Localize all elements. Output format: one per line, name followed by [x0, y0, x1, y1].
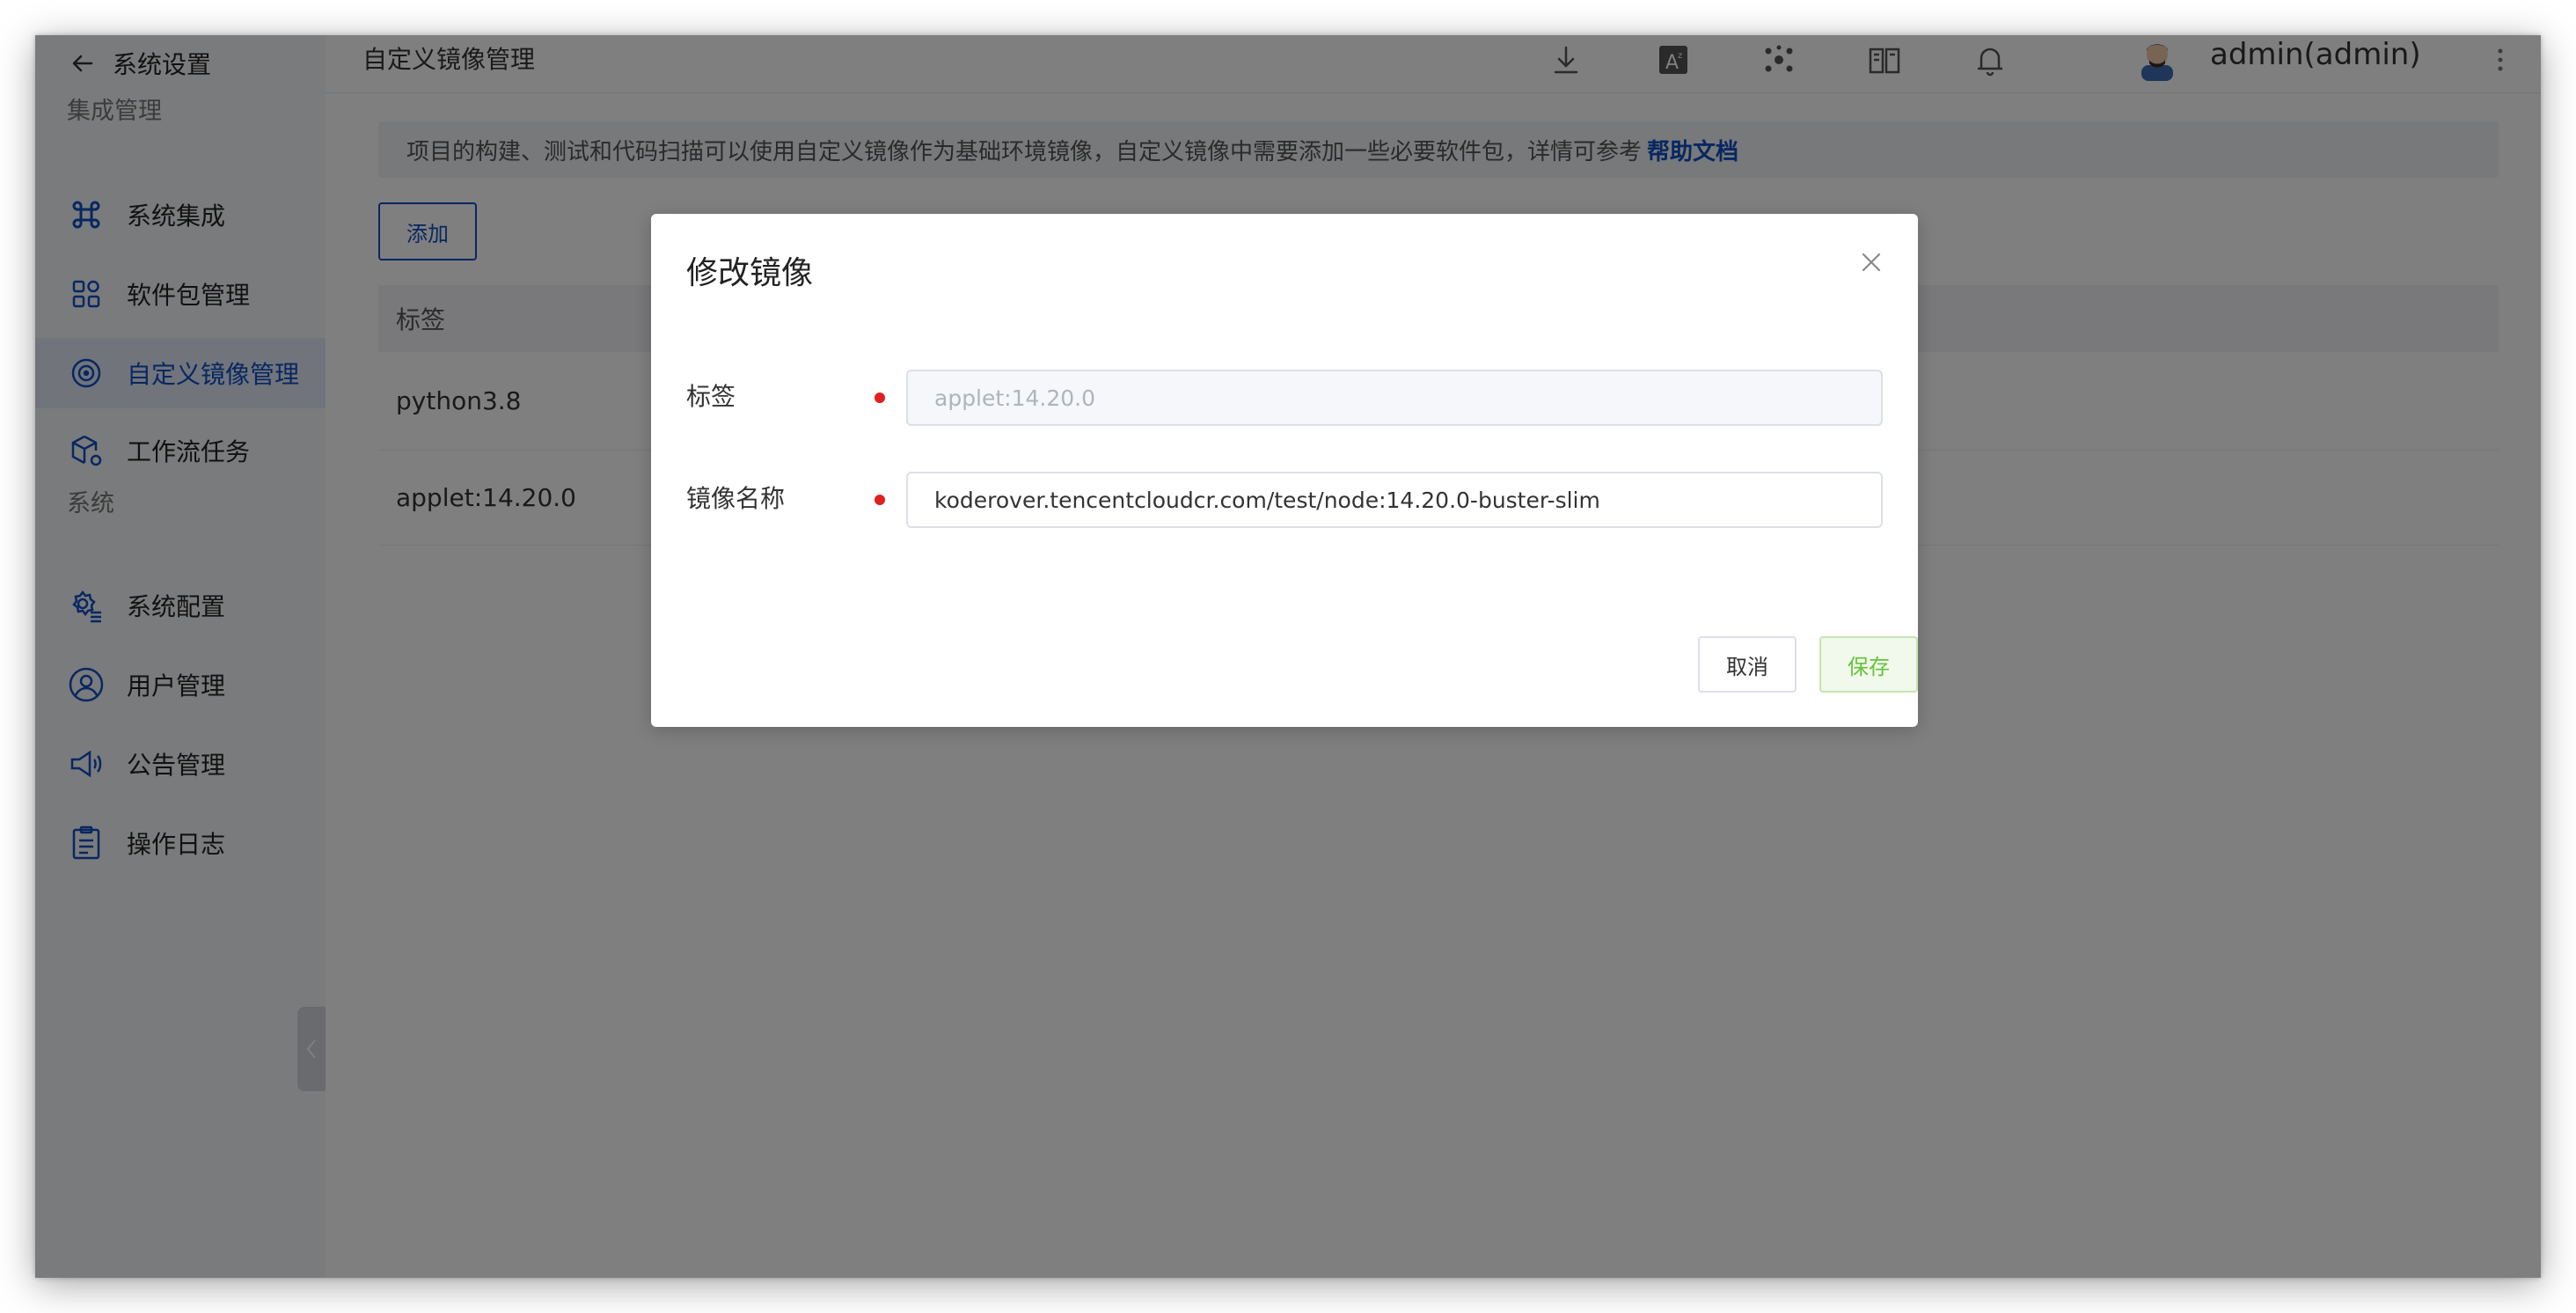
- required-indicator: [875, 392, 885, 403]
- image-name-label: 镜像名称: [686, 484, 786, 513]
- edit-image-dialog: 修改镜像 标签 镜像名称 取消 保存: [651, 214, 1918, 727]
- required-indicator: [875, 495, 885, 505]
- app-window: 系统设置 集成管理 系统集成 软件包管理 自定义镜像管理 工作流任务 系统 系统…: [35, 35, 2541, 1278]
- save-button[interactable]: 保存: [1819, 636, 1918, 693]
- tag-input[interactable]: [906, 370, 1883, 426]
- cancel-button[interactable]: 取消: [1698, 636, 1797, 693]
- tag-label: 标签: [686, 382, 736, 411]
- image-name-input[interactable]: [906, 472, 1883, 528]
- close-icon[interactable]: [1858, 249, 1884, 275]
- dialog-title: 修改镜像: [686, 255, 814, 291]
